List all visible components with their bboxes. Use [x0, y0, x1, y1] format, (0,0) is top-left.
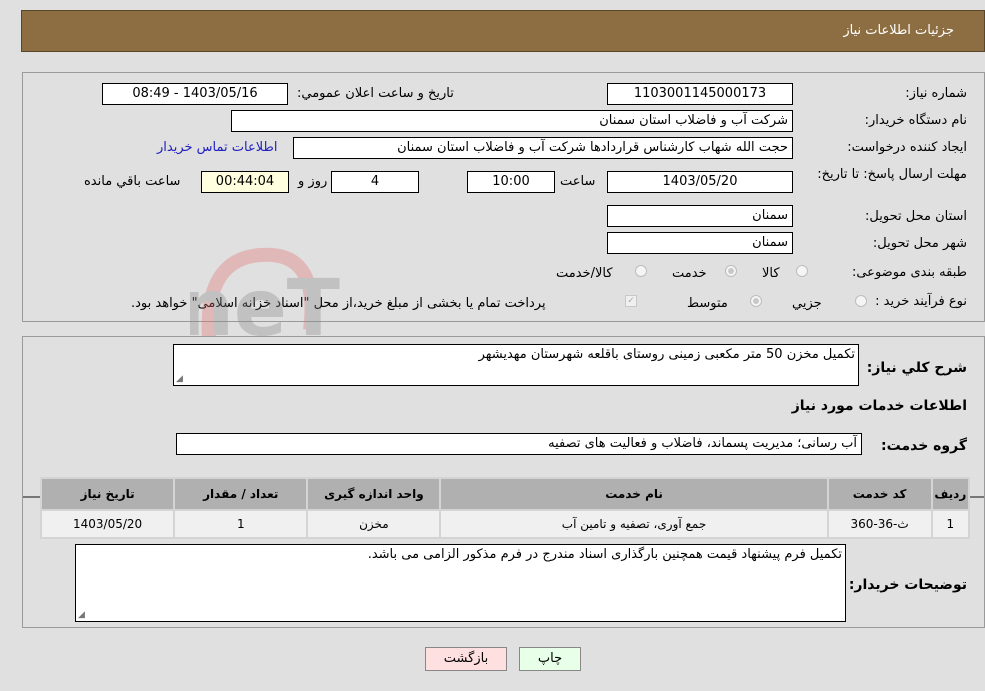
- page-header: جزئیات اطلاعات نیاز: [21, 10, 985, 52]
- summary-text: تکمیل مخزن 50 متر مکعبی زمینی روستای باق…: [478, 347, 855, 362]
- buyer-notes-textarea[interactable]: تکمیل فرم پیشنهاد قیمت همچنین بارگذاری ا…: [75, 544, 846, 622]
- city-field[interactable]: سمنان: [607, 232, 793, 254]
- resize-grip-icon[interactable]: ◢: [176, 374, 183, 384]
- days-remaining-field[interactable]: 4: [331, 171, 419, 193]
- summary-label: شرح کلي نياز:: [866, 360, 967, 376]
- process-radio-medium[interactable]: [750, 295, 762, 307]
- province-field[interactable]: سمنان: [607, 205, 793, 227]
- creator-label: ايجاد کننده درخواست:: [847, 140, 967, 155]
- cell-service-code: ث-36-360: [828, 511, 931, 537]
- col-service-code: کد خدمت: [828, 479, 931, 509]
- buyer-notes-label: توضيحات خريدار:: [848, 577, 967, 593]
- col-need-date: تاريخ نياز: [42, 479, 174, 509]
- need-number-label: شماره نیاز:: [905, 86, 967, 101]
- col-quantity: تعداد / مقدار: [175, 479, 307, 509]
- cell-unit: مخزن: [308, 511, 440, 537]
- payment-note: پرداخت تمام يا بخشی از مبلغ خريد،از محل …: [131, 296, 546, 311]
- deadline-time-label: ساعت: [560, 174, 596, 189]
- buyer-contact-link[interactable]: اطلاعات تماس خريدار: [157, 140, 277, 155]
- services-table: رديف کد خدمت نام خدمت واحد اندازه گيری ت…: [40, 477, 970, 539]
- cell-need-date: 1403/05/20: [42, 511, 174, 537]
- cell-service-name: جمع آوری، تصفيه و تامين آب: [441, 511, 827, 537]
- table-row: 1 ث-36-360 جمع آوری، تصفيه و تامين آب مخ…: [42, 511, 968, 537]
- cell-quantity: 1: [175, 511, 307, 537]
- service-group-field[interactable]: آب رسانی؛ مديريت پسماند، فاضلاب و فعاليت…: [176, 433, 862, 455]
- buyer-org-label: نام دستگاه خريدار:: [864, 113, 967, 128]
- process-radio-minor[interactable]: [855, 295, 867, 307]
- col-row-number: رديف: [932, 479, 968, 509]
- city-label: شهر محل تحويل:: [872, 236, 967, 251]
- table-header-row: رديف کد خدمت نام خدمت واحد اندازه گيری ت…: [42, 479, 968, 509]
- col-service-name: نام خدمت: [441, 479, 827, 509]
- announce-field[interactable]: 1403/05/16 - 08:49: [102, 83, 288, 105]
- treasury-payment-checkbox[interactable]: ✓: [625, 295, 637, 307]
- summary-textarea[interactable]: تکمیل مخزن 50 متر مکعبی زمینی روستای باق…: [173, 344, 859, 386]
- buyer-org-field[interactable]: شرکت آب و فاضلاب استان سمنان: [231, 110, 793, 132]
- province-label: استان محل تحويل:: [865, 209, 967, 224]
- deadline-label: مهلت ارسال پاسخ: تا تاريخ:: [817, 167, 967, 182]
- services-heading: اطلاعات خدمات مورد نياز: [791, 398, 967, 414]
- announce-label: تاريخ و ساعت اعلان عمومي:: [297, 86, 454, 101]
- cell-row-number: 1: [932, 511, 968, 537]
- time-remaining-field[interactable]: 00:44:04: [201, 171, 289, 193]
- resize-grip-icon[interactable]: ◢: [78, 610, 85, 620]
- days-label: روز و: [298, 174, 328, 189]
- buyer-notes-text: تکمیل فرم پیشنهاد قیمت همچنین بارگذاری ا…: [367, 547, 842, 562]
- deadline-time-field[interactable]: 10:00: [467, 171, 555, 193]
- col-unit: واحد اندازه گيری: [308, 479, 440, 509]
- category-option-goods-service: کالا/خدمت: [556, 266, 613, 281]
- service-group-label: گروه خدمت:: [881, 438, 967, 454]
- page-title: جزئیات اطلاعات نیاز: [843, 23, 954, 38]
- category-radio-goods-service[interactable]: [635, 265, 647, 277]
- creator-field[interactable]: حجت الله شهاب کارشناس قراردادها شرکت آب …: [293, 137, 793, 159]
- back-button[interactable]: بازگشت: [425, 647, 507, 671]
- time-remaining-label: ساعت باقي مانده: [84, 174, 181, 189]
- category-option-goods: کالا: [762, 266, 780, 281]
- print-button[interactable]: چاپ: [519, 647, 581, 671]
- category-radio-goods[interactable]: [796, 265, 808, 277]
- category-option-service: خدمت: [672, 266, 707, 281]
- process-option-medium: متوسط: [687, 296, 728, 311]
- category-radio-service[interactable]: [725, 265, 737, 277]
- process-label: نوع فرآيند خريد :: [875, 294, 967, 309]
- process-option-minor: جزيي: [792, 296, 822, 311]
- category-label: طبقه بندی موضوعی:: [851, 265, 967, 280]
- need-number-field[interactable]: 1103001145000173: [607, 83, 793, 105]
- deadline-date-field[interactable]: 1403/05/20: [607, 171, 793, 193]
